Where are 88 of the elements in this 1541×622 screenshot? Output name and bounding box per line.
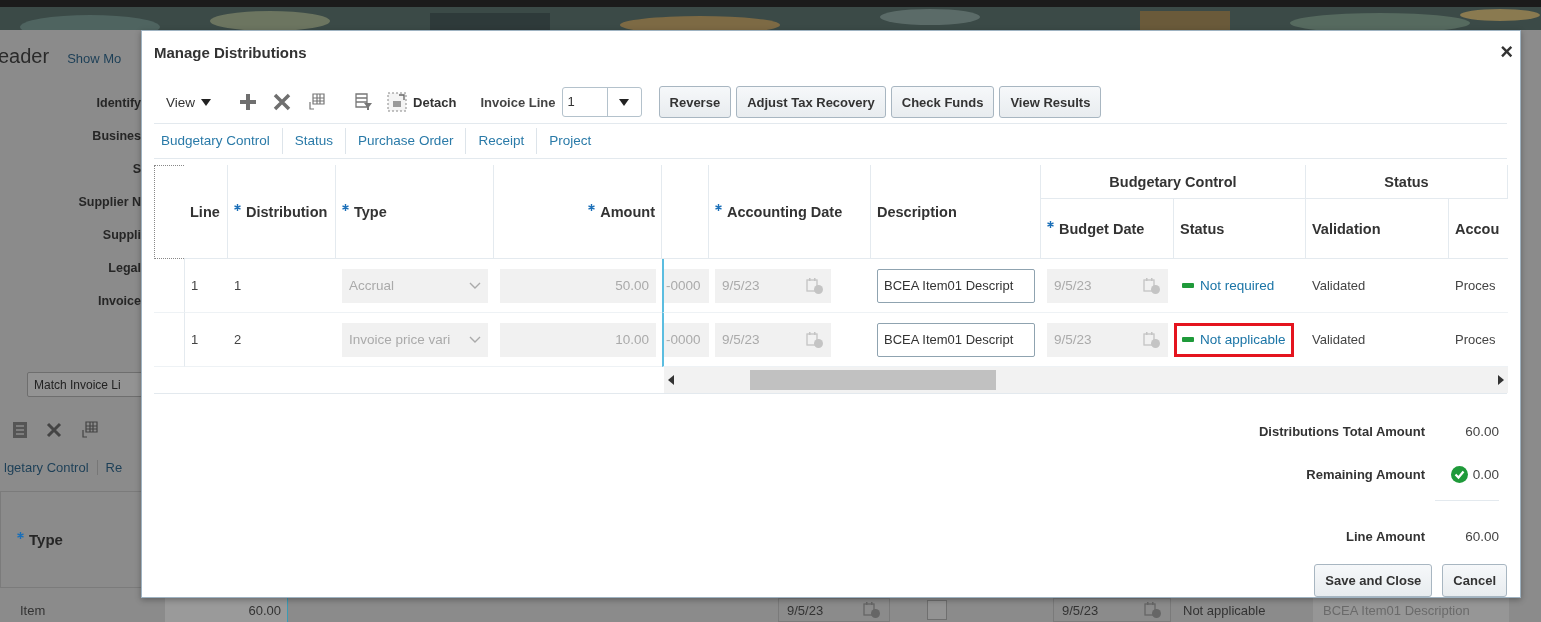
field-label: Busines [92, 128, 141, 145]
scroll-right-icon[interactable] [1498, 375, 1504, 385]
table-cell-text: Item [19, 601, 47, 620]
scroll-left-icon[interactable] [668, 375, 674, 385]
filter-icon[interactable] [355, 93, 374, 111]
tab-link[interactable]: Project [536, 128, 604, 154]
column-header: Type [336, 165, 494, 259]
description-field[interactable]: BCEA Item01 Descript [877, 268, 1035, 303]
tab-link[interactable]: Budgetary Control [154, 128, 282, 154]
invoice-line-select[interactable]: 1 [561, 87, 642, 117]
detach-button[interactable]: Detach [387, 92, 457, 112]
cross-icon[interactable] [46, 422, 62, 438]
column-header: Amount [494, 165, 662, 259]
column-header: Accou [1449, 199, 1508, 259]
total-value: 0.00 [1472, 467, 1499, 482]
table-icon[interactable] [307, 93, 326, 111]
field-label: S [132, 161, 141, 178]
table-cell: 1 [184, 313, 228, 367]
table-icon[interactable] [80, 421, 98, 439]
dialog-button[interactable]: Cancel [1442, 564, 1507, 597]
field-label: Legal [108, 260, 141, 277]
calendar-icon[interactable] [806, 330, 824, 349]
column-group-header: Status [1306, 165, 1508, 199]
toolbar-button[interactable]: Reverse [658, 86, 732, 118]
column-header: Description [871, 165, 1041, 259]
table-cell: 2 [228, 313, 336, 367]
toolbar-button[interactable]: Adjust Tax Recovery [736, 86, 886, 118]
toolbar-button[interactable]: View Results [999, 86, 1102, 118]
match-invoice-lines-button[interactable]: Match Invoice Li [27, 372, 141, 397]
field-label: Supplier N [78, 194, 141, 211]
dropdown-triangle-icon [201, 98, 212, 106]
column-header: Validation [1306, 199, 1449, 259]
chevron-down-icon[interactable] [469, 281, 481, 290]
field-label: Invoice [97, 293, 141, 310]
toolbar-button[interactable]: Check Funds [890, 86, 995, 118]
status-dash-icon [1182, 283, 1194, 288]
table-cell-text: Not applicable [1182, 601, 1267, 620]
total-label: Remaining Amount [1306, 467, 1425, 482]
table-cell: 1 [184, 259, 228, 313]
column-header: Line [184, 165, 228, 259]
total-label: Distributions Total Amount [1258, 424, 1425, 439]
table-cell: -0000 [664, 322, 709, 357]
column-header: Accounting Date [709, 165, 871, 259]
table-cell: 1 [228, 259, 336, 313]
status-dash-icon [1182, 337, 1194, 342]
chevron-down-icon[interactable] [469, 335, 481, 344]
tab[interactable]: Re [97, 459, 131, 475]
field-label: Identify [96, 95, 141, 112]
column-header: Distribution [228, 165, 336, 259]
table-cell: -0000 [664, 268, 709, 303]
total-value: 60.00 [1465, 529, 1499, 544]
field-label: Suppli [102, 227, 141, 244]
description-field[interactable]: BCEA Item01 Descript [877, 322, 1035, 357]
check-circle-icon [1450, 466, 1468, 483]
table-cell: Validated [1306, 259, 1449, 313]
tab-link[interactable]: Receipt [465, 128, 537, 154]
horizontal-scrollbar[interactable] [662, 367, 1508, 393]
budget-status[interactable]: Not applicable [1174, 322, 1294, 357]
calendar-icon[interactable] [863, 601, 881, 619]
list-icon[interactable] [12, 421, 28, 439]
total-label: Line Amount [1346, 529, 1425, 544]
date-field: 9/5/23 [1053, 598, 1171, 622]
date-field: 9/5/23 [778, 598, 890, 622]
view-menu[interactable]: View [166, 94, 212, 110]
calendar-icon[interactable] [1144, 601, 1162, 619]
budget-status[interactable]: Not required [1174, 268, 1283, 303]
detach-icon [387, 92, 408, 112]
column-group-header: Budgetary Control [1041, 165, 1306, 199]
calendar-icon[interactable] [1143, 330, 1161, 349]
dialog-button[interactable]: Save and Close [1314, 564, 1433, 597]
column-header: Budget Date [1041, 199, 1174, 259]
table-cell: Proces [1449, 259, 1508, 313]
cross-icon[interactable] [273, 93, 292, 111]
amount-field: 60.00 [165, 598, 288, 622]
dropdown-triangle-icon [619, 98, 630, 106]
invoice-line-label: Invoice Line [480, 94, 556, 110]
tab[interactable]: lgetary Control [0, 459, 98, 475]
dialog-title: Manage Distributions [154, 43, 307, 61]
show-more-link[interactable]: Show Mo [67, 51, 122, 66]
column-header: Status [1174, 199, 1306, 259]
close-button[interactable]: × [1500, 41, 1513, 63]
calendar-icon[interactable] [806, 276, 824, 295]
tab-link[interactable]: Status [281, 128, 346, 154]
checkbox[interactable] [926, 600, 947, 620]
calendar-icon[interactable] [1143, 276, 1161, 295]
total-value: 60.00 [1465, 424, 1499, 439]
tab-link[interactable]: Purchase Order [345, 128, 466, 154]
plus-icon[interactable] [239, 93, 258, 111]
